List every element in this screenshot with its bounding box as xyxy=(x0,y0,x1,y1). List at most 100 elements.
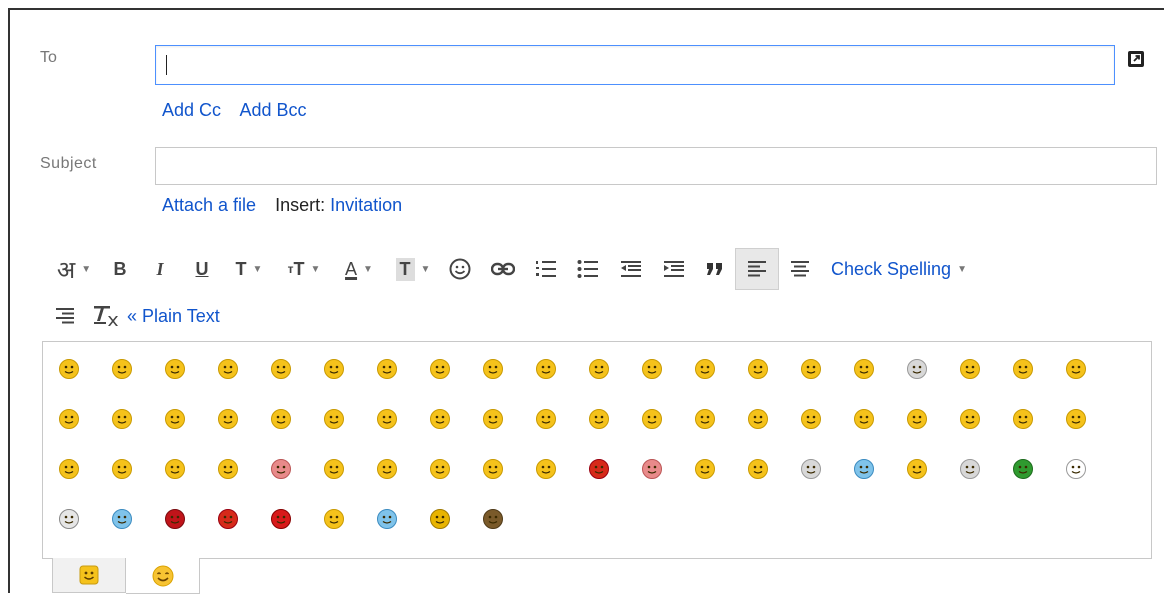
popout-icon[interactable] xyxy=(1127,50,1145,68)
italic-button[interactable]: I xyxy=(137,248,183,290)
emoji-button[interactable] xyxy=(1064,404,1117,434)
emoji-button[interactable] xyxy=(163,404,216,434)
add-bcc-link[interactable]: Add Bcc xyxy=(239,100,306,120)
emoji-button[interactable] xyxy=(216,454,269,484)
plain-text-link[interactable]: « Plain Text xyxy=(127,306,220,327)
emoji-button[interactable] xyxy=(1011,454,1064,484)
emoji-button[interactable] xyxy=(534,454,587,484)
emoji-button[interactable] xyxy=(322,404,375,434)
emoji-button[interactable] xyxy=(269,354,322,384)
emoji-button[interactable] xyxy=(163,354,216,384)
text-color-button[interactable]: A ▼ xyxy=(331,248,387,290)
emoji-button[interactable] xyxy=(269,404,322,434)
emoji-button[interactable] xyxy=(958,404,1011,434)
insert-link-button[interactable] xyxy=(481,248,525,290)
emoji-button[interactable] xyxy=(799,404,852,434)
emoji-button[interactable] xyxy=(110,404,163,434)
emoji-button[interactable] xyxy=(1011,404,1064,434)
emoji-button[interactable] xyxy=(958,354,1011,384)
emoji-button[interactable] xyxy=(375,354,428,384)
dropdown-arrow-icon: ▼ xyxy=(310,263,321,275)
emoji-button[interactable] xyxy=(375,504,428,534)
remove-formatting-button[interactable] xyxy=(85,298,127,334)
emoji-button[interactable] xyxy=(269,504,322,534)
emoji-button[interactable] xyxy=(640,354,693,384)
emoji-button[interactable] xyxy=(852,404,905,434)
emoji-button[interactable] xyxy=(852,354,905,384)
align-right-button[interactable] xyxy=(45,298,85,334)
emoji-button[interactable] xyxy=(57,404,110,434)
emoji-button[interactable] xyxy=(1064,454,1117,484)
emoji-button[interactable] xyxy=(57,504,110,534)
emoji-button[interactable] xyxy=(693,454,746,484)
emoji-button[interactable] xyxy=(481,454,534,484)
check-spelling-button[interactable]: Check Spelling ▼ xyxy=(821,248,967,290)
emoji-button[interactable] xyxy=(587,404,640,434)
emoji-button[interactable] xyxy=(905,404,958,434)
emoji-button[interactable] xyxy=(216,404,269,434)
emoji-button[interactable] xyxy=(428,504,481,534)
emoji-button[interactable] xyxy=(534,404,587,434)
emoji-button[interactable] xyxy=(693,404,746,434)
insert-emoji-button[interactable] xyxy=(439,248,481,290)
bulleted-list-button[interactable] xyxy=(567,248,609,290)
emoji-button[interactable] xyxy=(587,354,640,384)
emoji-button[interactable] xyxy=(428,354,481,384)
emoji-button[interactable] xyxy=(428,454,481,484)
emoji-button[interactable] xyxy=(481,404,534,434)
emoji-button[interactable] xyxy=(428,404,481,434)
add-cc-link[interactable]: Add Cc xyxy=(162,100,221,120)
indent-more-button[interactable] xyxy=(653,248,695,290)
emoji-button[interactable] xyxy=(534,354,587,384)
emoji-button[interactable] xyxy=(1011,354,1064,384)
emoji-button[interactable] xyxy=(110,354,163,384)
emoji-button[interactable] xyxy=(799,354,852,384)
emoji-button[interactable] xyxy=(322,454,375,484)
emoji-button[interactable] xyxy=(852,454,905,484)
emoji-button[interactable] xyxy=(216,354,269,384)
bold-button[interactable]: B xyxy=(103,248,137,290)
input-tools-button[interactable]: अ ▼ xyxy=(45,248,103,290)
emoji-button[interactable] xyxy=(481,504,534,534)
emoji-button[interactable] xyxy=(905,454,958,484)
emoji-button[interactable] xyxy=(110,454,163,484)
font-size-button[interactable]: т T ▼ xyxy=(277,248,331,290)
emoji-button[interactable] xyxy=(587,454,640,484)
indent-less-button[interactable] xyxy=(609,248,653,290)
emoji-button[interactable] xyxy=(481,354,534,384)
highlight-button[interactable]: T ▼ xyxy=(387,248,439,290)
numbered-list-button[interactable] xyxy=(525,248,567,290)
quote-button[interactable] xyxy=(695,248,735,290)
font-button[interactable]: T ▼ xyxy=(221,248,277,290)
attach-file-link[interactable]: Attach a file xyxy=(162,195,256,215)
classic-emoticons-tab[interactable] xyxy=(52,558,126,593)
align-center-button[interactable] xyxy=(779,248,821,290)
emoji-button[interactable] xyxy=(163,454,216,484)
emoji-button[interactable] xyxy=(746,404,799,434)
invitation-link[interactable]: Invitation xyxy=(330,195,402,215)
emoji-button[interactable] xyxy=(640,404,693,434)
emoji-button[interactable] xyxy=(322,354,375,384)
smileys-tab[interactable] xyxy=(126,558,200,594)
emoji-button[interactable] xyxy=(322,504,375,534)
emoji-button[interactable] xyxy=(163,504,216,534)
align-left-button[interactable] xyxy=(735,248,779,290)
emoji-button[interactable] xyxy=(375,404,428,434)
emoji-button[interactable] xyxy=(110,504,163,534)
emoji-button[interactable] xyxy=(905,354,958,384)
underline-button[interactable]: U xyxy=(183,248,221,290)
emoji-button[interactable] xyxy=(746,454,799,484)
emoji-button[interactable] xyxy=(640,454,693,484)
emoji-button[interactable] xyxy=(269,454,322,484)
to-input[interactable] xyxy=(155,45,1115,85)
emoji-button[interactable] xyxy=(958,454,1011,484)
emoji-button[interactable] xyxy=(57,354,110,384)
emoji-button[interactable] xyxy=(693,354,746,384)
emoji-button[interactable] xyxy=(57,454,110,484)
emoji-button[interactable] xyxy=(375,454,428,484)
emoji-button[interactable] xyxy=(216,504,269,534)
subject-input[interactable] xyxy=(155,147,1157,185)
emoji-button[interactable] xyxy=(799,454,852,484)
emoji-button[interactable] xyxy=(746,354,799,384)
emoji-button[interactable] xyxy=(1064,354,1117,384)
